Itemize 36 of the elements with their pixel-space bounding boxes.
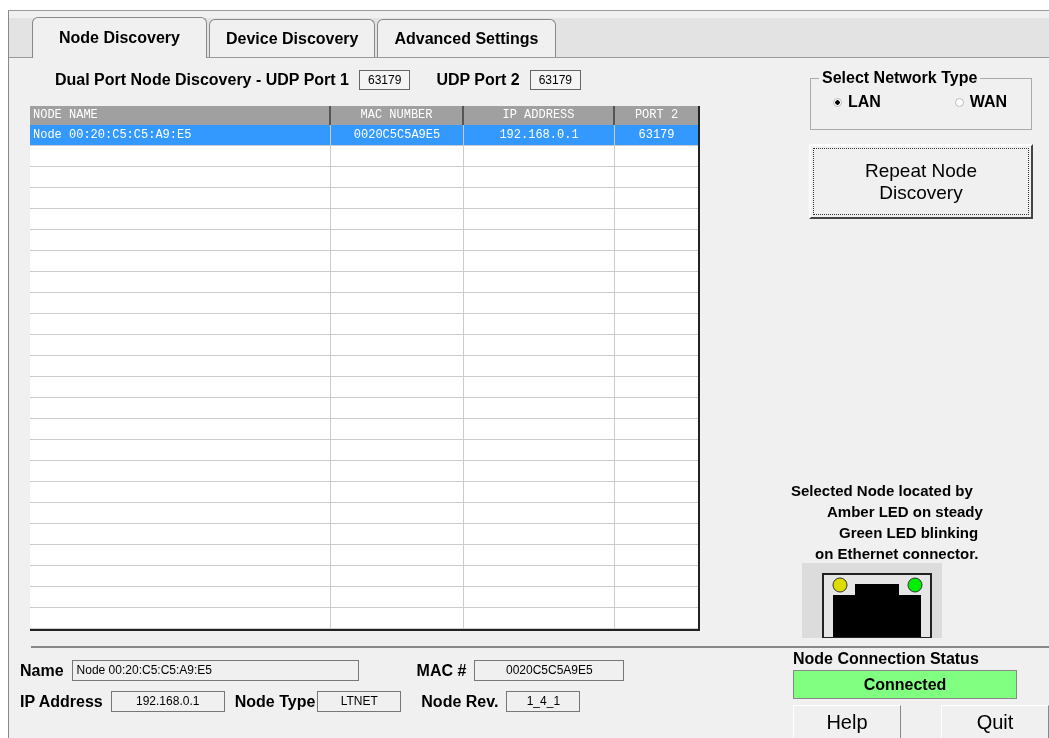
port-field[interactable]: 63179 xyxy=(529,70,582,90)
table-cell: Node 00:20:C5:C5:A9:E5 xyxy=(30,125,331,145)
port-label: Dual Port Node Discovery - UDP Port 1 xyxy=(55,71,349,89)
radio-icon[interactable] xyxy=(954,97,964,107)
status-title: Node Connection Status xyxy=(793,650,979,668)
info-text: Green LED blinking xyxy=(838,523,980,543)
dialog-button[interactable]: Help xyxy=(793,705,901,738)
group-title: Select Network Type xyxy=(819,69,981,87)
tab[interactable]: Node Discovery xyxy=(32,17,207,58)
mac-field[interactable]: 0020C5C5A9E5 xyxy=(474,660,625,681)
ip-field[interactable]: 192.168.0.1 xyxy=(110,691,225,712)
tab[interactable]: Device Discovery xyxy=(208,19,376,57)
dialog-button[interactable]: Quit xyxy=(941,705,1049,738)
port-label: UDP Port 2 xyxy=(436,71,520,89)
table-cell: 0020C5C5A9E5 xyxy=(331,125,464,145)
node-type-field[interactable]: LTNET xyxy=(317,691,402,712)
table-cell-text: 63179 xyxy=(637,127,676,144)
field-label: Name xyxy=(20,661,64,680)
radio-option[interactable]: WAN xyxy=(954,93,1007,111)
table-cell: 192.168.0.1 xyxy=(464,125,615,145)
field-label: Node Rev. xyxy=(421,692,499,711)
info-text: on Ethernet connector. xyxy=(814,544,980,564)
port-field[interactable]: 63179 xyxy=(359,70,411,90)
info-text: Selected Node located by xyxy=(791,481,974,501)
repeat-discovery-button[interactable]: Repeat Node Discovery xyxy=(809,144,1033,219)
radio-option[interactable]: LAN xyxy=(833,93,881,111)
field-label: IP Address xyxy=(20,692,103,711)
info-text: Amber LED on steady xyxy=(826,502,984,522)
field-label: Node Type xyxy=(234,692,316,711)
status-indicator: Connected xyxy=(793,670,1017,699)
name-field[interactable]: Node 00:20:C5:C5:A9:E5 xyxy=(71,660,359,681)
tab[interactable]: Advanced Settings xyxy=(377,19,556,57)
ethernet-port-icon xyxy=(802,563,942,638)
node-rev-field[interactable]: 1_4_1 xyxy=(506,691,581,712)
field-label: MAC # xyxy=(416,661,467,680)
radio-icon[interactable] xyxy=(833,97,842,107)
